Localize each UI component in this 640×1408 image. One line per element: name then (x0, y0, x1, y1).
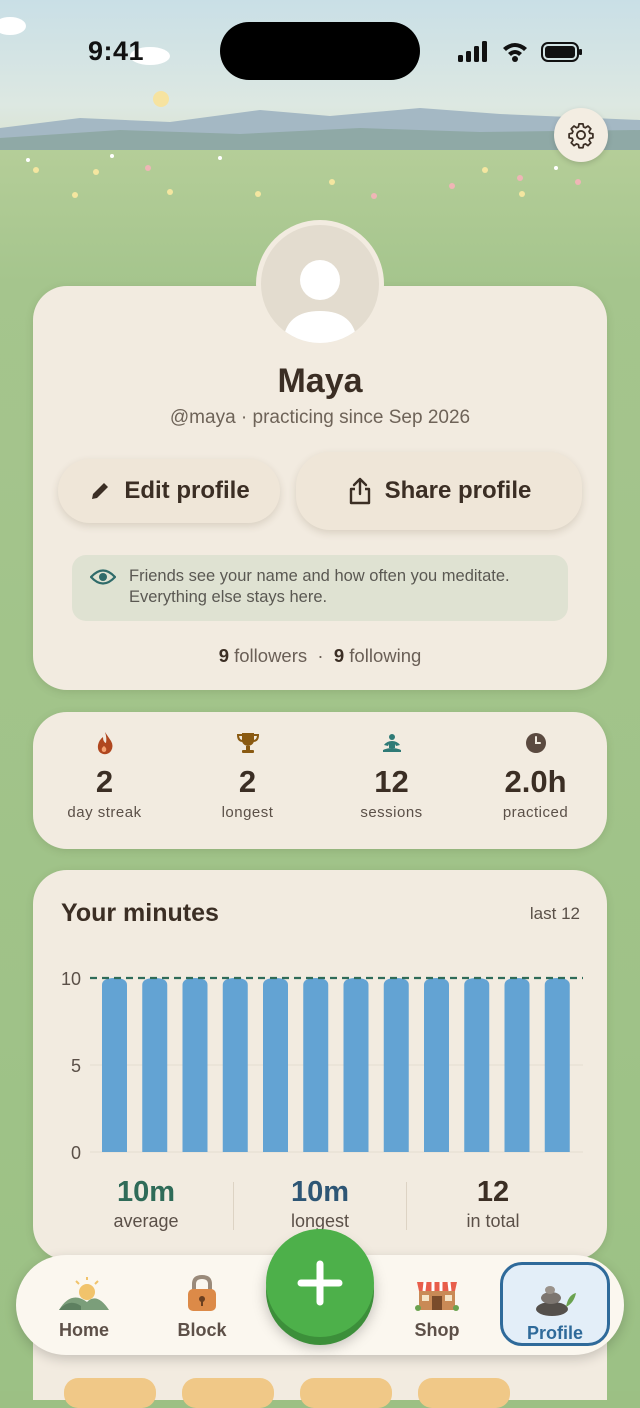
tab-shop[interactable]: Shop (378, 1270, 496, 1342)
chart-bar (504, 978, 530, 1152)
y-tick-label: 5 (71, 1056, 81, 1076)
followers-count: 9 (218, 645, 229, 666)
person-icon (283, 260, 357, 343)
profile-handle: @maya · practicing since Sep 2026 (169, 407, 471, 428)
followers-link[interactable]: 9 followers (219, 645, 307, 666)
edit-profile-button[interactable]: Edit profile (58, 459, 280, 523)
stat-value: 2 (95, 764, 114, 799)
follow-counts: 9 followers · 9 following (0, 645, 640, 667)
shop-icon (415, 1281, 459, 1311)
share-icon (349, 477, 370, 505)
stat-label: sessions (360, 804, 423, 821)
signal-icon (458, 41, 582, 62)
chart-bar (222, 978, 248, 1152)
summary-average: 10m average (61, 1176, 231, 1232)
system-status-icons (456, 38, 586, 66)
flame-icon (97, 732, 112, 755)
stat-practiced: 2.0h practiced (464, 728, 607, 821)
stat-longest: 2 longest (176, 728, 319, 821)
y-tick-label: 0 (71, 1143, 81, 1163)
chart-bar (142, 978, 168, 1152)
separator-dot: · (312, 645, 329, 666)
stat-label: practiced (502, 804, 569, 821)
divider (406, 1182, 407, 1230)
summary-total: 12 in total (408, 1176, 578, 1232)
profile-name: Maya (277, 362, 363, 400)
tab-label: Profile (526, 1323, 583, 1343)
tab-label: Home (58, 1320, 109, 1340)
chart-bar (182, 978, 208, 1152)
avatar[interactable] (256, 220, 384, 348)
stat-value: 2.0h (504, 764, 567, 799)
y-tick-label: 10 (61, 969, 81, 989)
chart-bar (343, 978, 369, 1152)
following-link[interactable]: 9 following (334, 645, 421, 666)
chip (418, 1378, 510, 1408)
summary-value: 12 (476, 1176, 510, 1208)
followers-label: followers (234, 645, 308, 666)
flowers-decoration (26, 154, 581, 199)
stat-day-streak: 2 day streak (33, 728, 176, 821)
minutes-bar-chart: 0 5 10 (61, 969, 583, 1163)
share-profile-button[interactable]: Share profile (296, 452, 582, 530)
chart-bar (303, 978, 329, 1152)
gear-icon (568, 123, 594, 149)
chip (182, 1378, 274, 1408)
minutes-range[interactable]: last 12 (480, 904, 580, 924)
summary-longest: 10m longest (235, 1176, 405, 1232)
chart-bar (544, 978, 570, 1152)
stat-value: 2 (238, 764, 257, 799)
add-session-button[interactable] (266, 1229, 374, 1337)
chip (300, 1378, 392, 1408)
stat-value: 12 (374, 764, 409, 799)
tab-block[interactable]: Block (143, 1270, 261, 1342)
lock-icon (188, 1274, 216, 1311)
stat-label: longest (221, 804, 274, 821)
chart-bar (263, 978, 288, 1152)
stones-icon (536, 1286, 576, 1316)
summary-value: 10m (116, 1176, 176, 1208)
chip (64, 1378, 156, 1408)
edit-profile-label: Edit profile (124, 477, 250, 504)
home-hills-icon (59, 1277, 109, 1310)
following-label: following (349, 645, 422, 666)
settings-button[interactable] (554, 108, 608, 162)
divider (233, 1182, 234, 1230)
chart-bar (383, 978, 409, 1152)
following-count: 9 (333, 645, 345, 666)
chart-bar (464, 978, 490, 1152)
meditation-icon (382, 734, 401, 752)
tab-label: Block (177, 1320, 227, 1340)
minutes-title: Your minutes (61, 899, 219, 927)
dynamic-island (220, 22, 420, 80)
clock-icon (525, 733, 546, 753)
summary-value: 10m (290, 1176, 350, 1208)
status-time: 9:41 (88, 36, 145, 66)
plus-icon (297, 1260, 343, 1306)
pencil-icon (92, 483, 109, 499)
privacy-note-text: Friends see your name and how often you … (129, 567, 510, 606)
trophy-icon (236, 733, 259, 753)
tab-home[interactable]: Home (25, 1270, 143, 1342)
chart-bar (424, 978, 449, 1152)
tab-profile[interactable]: Profile (500, 1262, 610, 1346)
summary-label: average (113, 1211, 179, 1231)
share-profile-label: Share profile (384, 477, 532, 504)
stat-label: day streak (67, 804, 142, 821)
eye-icon (90, 569, 116, 585)
chart-bar (102, 978, 127, 1152)
tab-label: Shop (414, 1320, 460, 1340)
stat-sessions: 12 sessions (320, 728, 463, 821)
summary-label: in total (466, 1211, 520, 1231)
